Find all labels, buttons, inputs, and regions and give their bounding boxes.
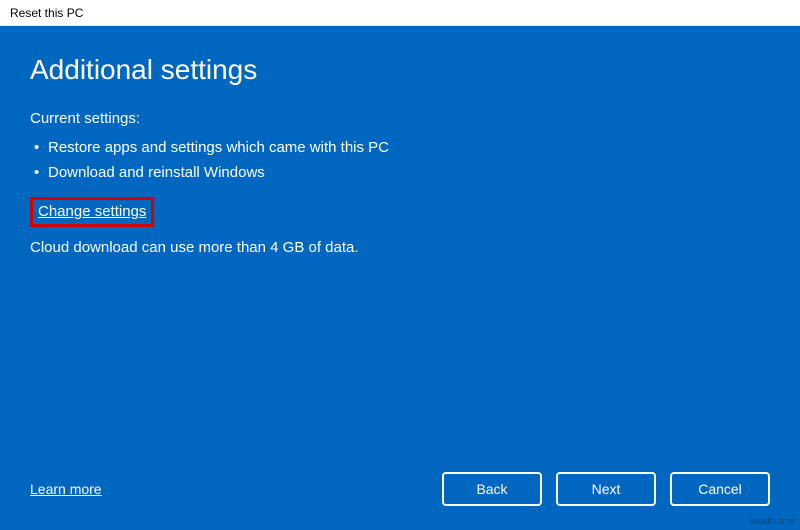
- button-row: Back Next Cancel: [442, 472, 770, 506]
- page-heading: Additional settings: [30, 54, 770, 86]
- window-titlebar: Reset this PC: [0, 0, 800, 26]
- change-settings-highlight: Change settings: [30, 197, 154, 227]
- next-button[interactable]: Next: [556, 472, 656, 506]
- learn-more-link[interactable]: Learn more: [30, 481, 102, 497]
- list-item: Download and reinstall Windows: [30, 160, 770, 185]
- settings-bullet-list: Restore apps and settings which came wit…: [30, 135, 770, 185]
- footer-bar: Learn more Back Next Cancel: [30, 472, 770, 506]
- back-button[interactable]: Back: [442, 472, 542, 506]
- window-title: Reset this PC: [10, 6, 83, 20]
- cancel-button[interactable]: Cancel: [670, 472, 770, 506]
- main-panel: Additional settings Current settings: Re…: [0, 26, 800, 530]
- current-settings-label: Current settings:: [30, 110, 770, 127]
- change-settings-link[interactable]: Change settings: [38, 203, 146, 220]
- cloud-download-note: Cloud download can use more than 4 GB of…: [30, 239, 770, 256]
- list-item: Restore apps and settings which came wit…: [30, 135, 770, 160]
- watermark: wsxdn.com: [749, 516, 794, 526]
